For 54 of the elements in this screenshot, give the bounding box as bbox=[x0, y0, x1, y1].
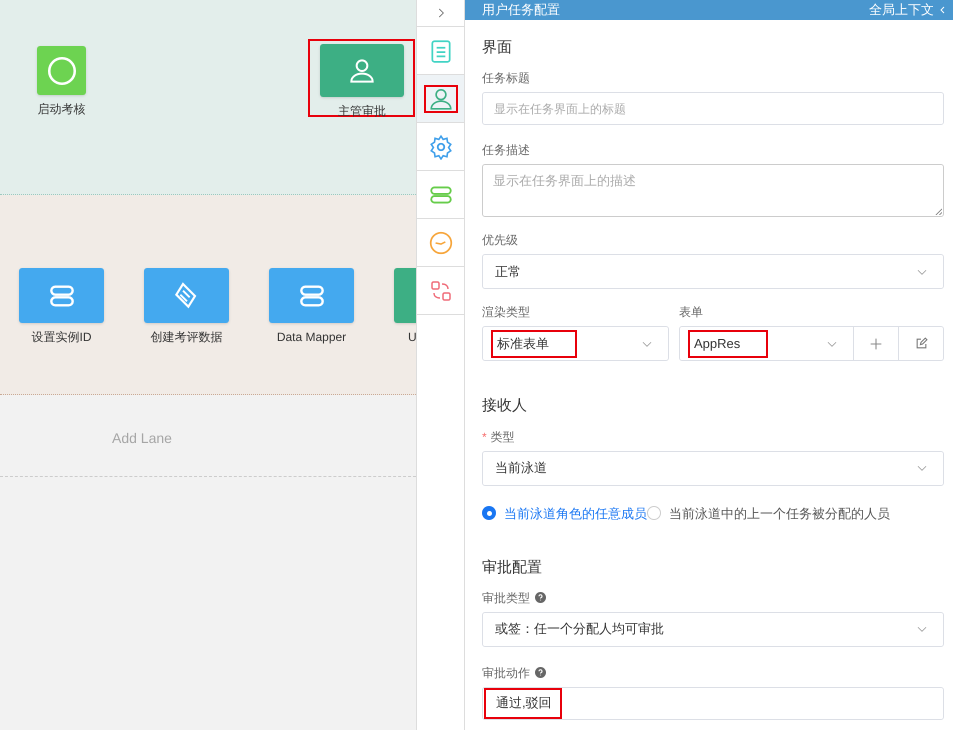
section-heading: 接收人 bbox=[482, 396, 528, 416]
field-label: 审批动作 bbox=[482, 664, 530, 682]
node-label: 启动考核 bbox=[38, 101, 86, 118]
field-label: 审批类型 bbox=[482, 590, 530, 606]
select-value: 当前泳道 bbox=[494, 459, 548, 478]
task-node[interactable] bbox=[320, 44, 404, 97]
settings-icon bbox=[428, 134, 454, 160]
node-label: 设置实例ID bbox=[32, 329, 92, 346]
task-node[interactable] bbox=[144, 268, 229, 323]
field-label: 渲染类型 bbox=[482, 304, 530, 321]
swap-icon bbox=[428, 278, 452, 302]
input-field[interactable]: 通过,驳回 bbox=[482, 686, 944, 720]
required-mark: * bbox=[482, 428, 487, 446]
field-label: 任务标题 bbox=[482, 70, 530, 87]
task-node[interactable] bbox=[19, 268, 104, 323]
placeholder-text: 显示在任务界面上的标题 bbox=[493, 100, 627, 118]
task-node[interactable] bbox=[269, 268, 354, 323]
plus-icon bbox=[868, 336, 884, 352]
clock-icon bbox=[428, 230, 454, 256]
highlight-frame: 标准表单 bbox=[491, 330, 577, 358]
edit-button[interactable] bbox=[899, 326, 944, 361]
select-value: 正常 bbox=[494, 262, 522, 281]
edit-icon bbox=[914, 337, 928, 350]
chevron-left-icon bbox=[938, 4, 947, 16]
radio-option[interactable]: 当前泳道中的上一个任务被分配的人员 bbox=[647, 504, 890, 523]
help-icon[interactable] bbox=[535, 667, 546, 678]
select-field[interactable]: 或签：任一个分配人均可审批 bbox=[482, 612, 944, 646]
tool-tab[interactable] bbox=[417, 75, 464, 123]
select-field[interactable]: 当前泳道 bbox=[482, 450, 944, 486]
select-value: 或签：任一个分配人均可审批 bbox=[494, 620, 665, 638]
node-label: U bbox=[408, 329, 416, 346]
placeholder-text: 显示在任务界面上的描述 bbox=[493, 173, 636, 188]
field-label: 任务描述 bbox=[482, 142, 530, 159]
field-label: 表单 bbox=[679, 304, 703, 321]
node-label: 创建考评数据 bbox=[150, 329, 222, 346]
select-field[interactable]: 标准表单 bbox=[482, 326, 669, 361]
field-label: 优先级 bbox=[482, 232, 518, 249]
select-field[interactable]: 正常 bbox=[482, 254, 944, 289]
node-label: 主管审批 bbox=[338, 103, 386, 120]
help-icon[interactable] bbox=[535, 592, 546, 603]
radio-option[interactable]: 当前泳道角色的任意成员 bbox=[482, 504, 647, 523]
radio-icon bbox=[482, 506, 496, 520]
panel-title: 用户任务配置 bbox=[482, 1, 560, 19]
radio-icon bbox=[647, 506, 661, 520]
select-field[interactable]: AppRes bbox=[679, 326, 854, 361]
section-heading: 审批配置 bbox=[482, 558, 543, 578]
highlight-frame: 通过,驳回 bbox=[484, 688, 562, 718]
field-label: 类型 bbox=[490, 428, 515, 446]
node-label: Data Mapper bbox=[276, 329, 346, 346]
highlight-frame: AppRes bbox=[688, 330, 768, 358]
section-heading: 界面 bbox=[482, 38, 513, 58]
resize-handle-icon[interactable] bbox=[935, 208, 942, 215]
add-button[interactable] bbox=[854, 326, 899, 361]
task-node[interactable] bbox=[37, 46, 86, 95]
